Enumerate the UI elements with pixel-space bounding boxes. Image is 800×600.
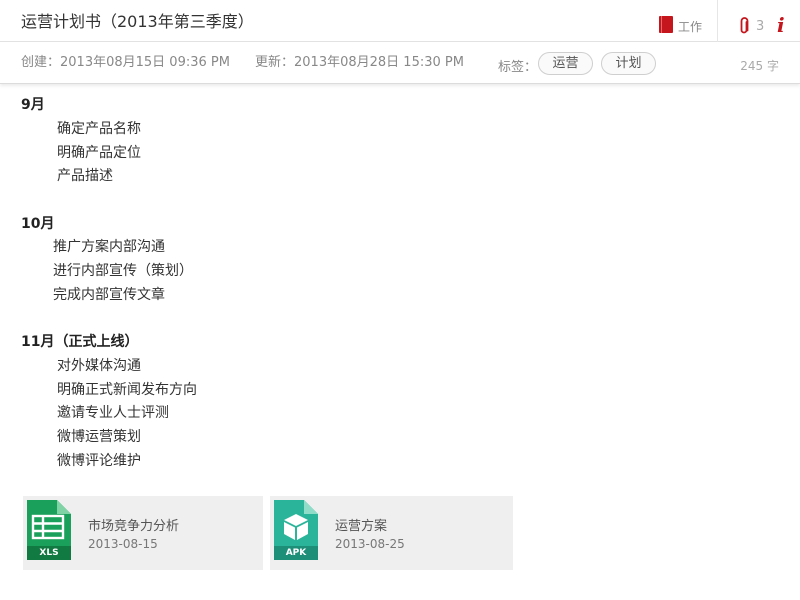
tags-label: 标签：	[498, 60, 538, 75]
paperclip-icon	[740, 17, 749, 34]
attachment-date: 2013-08-25	[335, 537, 405, 551]
list-item: 邀请专业人士评测	[57, 405, 169, 421]
file-type-label: APK	[285, 548, 307, 558]
list-item: 对外媒体沟通	[57, 358, 141, 374]
list-item: 微博运营策划	[57, 429, 141, 445]
note-title[interactable]: 运营计划书（2013年第三季度）	[21, 12, 254, 32]
section-heading: 10月	[21, 216, 55, 232]
tag-jihua[interactable]: 计划	[601, 52, 656, 75]
word-count: 245 字	[740, 59, 779, 73]
toolbar-divider	[717, 0, 718, 42]
list-item: 推广方案内部沟通	[53, 239, 165, 255]
meta-bar: 创建：2013年08月15日 09:36 PM 更新：2013年08月28日 1…	[0, 42, 800, 84]
file-type-label: XLS	[39, 548, 59, 558]
attachment-date: 2013-08-15	[88, 537, 158, 551]
tag-yunying[interactable]: 运营	[538, 52, 593, 75]
notebook-icon	[659, 16, 673, 33]
list-item: 微博评论维护	[57, 453, 141, 469]
created-date: 创建：2013年08月15日 09:36 PM	[21, 55, 230, 70]
list-item: 进行内部宣传（策划）	[53, 263, 193, 279]
attachment-name: 市场竞争力分析	[88, 519, 180, 534]
section-heading: 9月	[21, 97, 45, 113]
updated-date: 更新：2013年08月28日 15:30 PM	[255, 55, 464, 70]
list-item: 确定产品名称	[57, 121, 141, 137]
notebook-button[interactable]: 工作	[659, 16, 703, 37]
attachment-name: 运营方案	[335, 519, 388, 534]
list-item: 明确产品定位	[57, 145, 141, 161]
attachment-count: 3	[756, 18, 765, 34]
title-bar: 运营计划书（2013年第三季度） 工作 3 i	[0, 0, 800, 42]
attachment-card-apk[interactable]: APK 运营方案 2013-08-25	[270, 496, 513, 570]
notebook-label: 工作	[678, 20, 703, 34]
list-item: 明确正式新闻发布方向	[57, 382, 197, 398]
section-heading: 11月（正式上线）	[21, 334, 139, 350]
list-item: 完成内部宣传文章	[53, 287, 165, 303]
list-item: 产品描述	[57, 168, 113, 184]
attachments-button[interactable]: 3	[738, 16, 764, 36]
info-icon[interactable]: i	[777, 13, 785, 37]
attachment-card-xls[interactable]: XLS 市场竞争力分析 2013-08-15	[23, 496, 263, 570]
